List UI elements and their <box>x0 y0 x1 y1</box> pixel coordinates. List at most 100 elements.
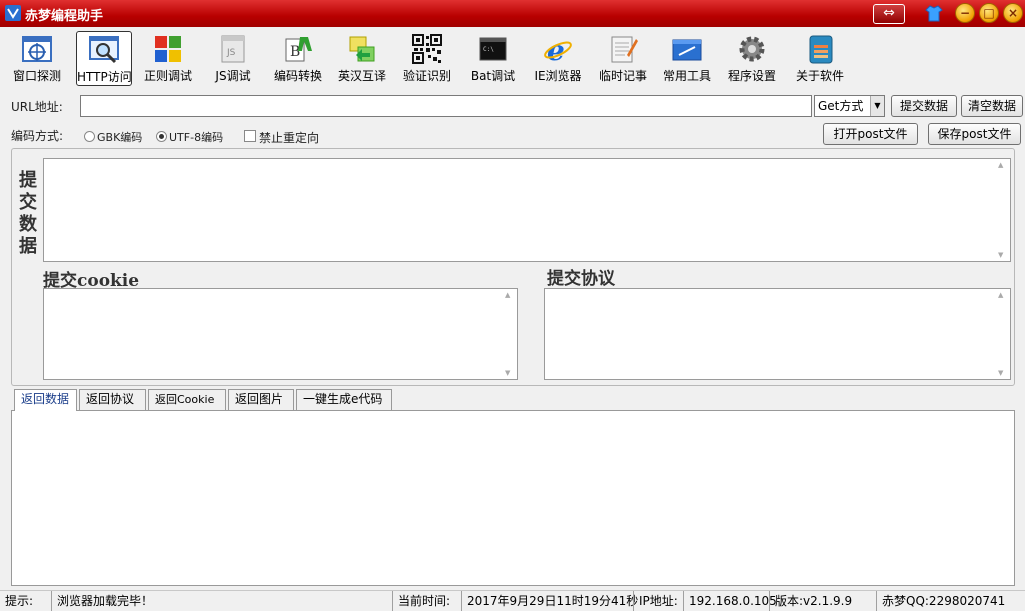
scroll-up-icon[interactable]: ▲ <box>505 291 510 299</box>
scrollbar[interactable]: ▲ ▼ <box>501 289 517 379</box>
submit-data-label: 提交数据 <box>19 170 37 257</box>
response-data-panel[interactable] <box>11 410 1015 586</box>
save-post-file-button[interactable]: 保存post文件 <box>928 123 1021 145</box>
bat-debug-icon: C:\ <box>479 37 507 61</box>
tab-response-protocol[interactable]: 返回协议 <box>79 389 146 410</box>
submit-data-button[interactable]: 提交数据 <box>891 95 957 117</box>
tool-http-access[interactable]: HTTP访问 <box>76 31 132 86</box>
gbk-radio-label[interactable]: GBK编码 <box>97 129 142 145</box>
tools-icon <box>672 39 702 61</box>
open-post-file-button-label: 打开post文件 <box>833 127 908 141</box>
gbk-radio[interactable] <box>84 131 95 142</box>
tool-label: 临时记事 <box>598 69 647 83</box>
chevron-down-icon[interactable]: ▼ <box>870 96 884 116</box>
status-time-value: 2017年9月29日11时19分41秒 <box>461 591 638 611</box>
submit-cookie-textarea[interactable]: ▲ ▼ <box>43 288 518 380</box>
tool-label: IE浏览器 <box>534 69 582 83</box>
tool-label: HTTP访问 <box>77 70 132 84</box>
submit-data-button-label: 提交数据 <box>899 99 948 113</box>
tool-common-tools[interactable]: 常用工具 <box>659 31 715 87</box>
scrollbar[interactable]: ▲ ▼ <box>994 289 1010 379</box>
status-hint-label: 提示: <box>5 594 34 608</box>
tab-response-data[interactable]: 返回数据 <box>14 389 77 411</box>
scroll-up-icon[interactable]: ▲ <box>998 161 1003 169</box>
title-bar: 赤梦编程助手 ⇔ − □ × <box>0 0 1025 27</box>
save-post-file-button-label: 保存post文件 <box>937 127 1012 141</box>
tool-js-debug[interactable]: JS JS调试 <box>205 31 261 87</box>
tool-label: Bat调试 <box>470 69 516 83</box>
encoding-label: 编码方式: <box>11 129 64 143</box>
qrcode-icon <box>412 34 442 64</box>
tool-label: 关于软件 <box>795 69 844 83</box>
swap-button[interactable]: ⇔ <box>873 4 905 24</box>
clear-data-button-label: 清空数据 <box>967 99 1016 113</box>
notepad-icon <box>611 36 638 63</box>
status-time-label: 当前时间: <box>392 591 460 611</box>
tool-bat-debug[interactable]: C:\ Bat调试 <box>465 31 521 87</box>
app-logo-icon <box>5 5 21 21</box>
scroll-down-icon[interactable]: ▼ <box>998 251 1003 259</box>
status-version: 版本:v2.1.9.9 <box>769 591 875 611</box>
tool-label: 编码转换 <box>273 69 322 83</box>
open-post-file-button[interactable]: 打开post文件 <box>823 123 918 145</box>
tool-captcha-recognize[interactable]: 验证识别 <box>399 31 455 87</box>
url-label: URL地址: <box>11 100 63 114</box>
status-bar: 提示: 浏览器加载完毕！ 当前时间: 2017年9月29日11时19分41秒 I… <box>0 590 1025 611</box>
submit-protocol-label: 提交协议 <box>547 269 615 289</box>
clear-data-button[interactable]: 清空数据 <box>961 95 1023 117</box>
toolbar: 窗口探测 HTTP访问 正则调试 JS JS调试 B 编码转换 英汉互译 验证识… <box>0 27 1025 89</box>
svg-text:C:\: C:\ <box>483 46 494 53</box>
status-hint-value: 浏览器加载完毕！ <box>51 591 391 611</box>
tool-notepad[interactable]: 临时记事 <box>595 31 651 87</box>
utf8-radio-label[interactable]: UTF-8编码 <box>169 129 223 145</box>
tool-ie-browser[interactable]: e IE浏览器 <box>530 31 586 87</box>
status-ip-value: 192.168.0.105 <box>683 591 777 611</box>
tool-settings[interactable]: 程序设置 <box>724 31 780 87</box>
skin-shirt-icon[interactable] <box>925 4 943 22</box>
tab-response-cookie[interactable]: 返回Cookie <box>148 389 226 410</box>
tool-label: JS调试 <box>215 69 251 83</box>
tool-label: 窗口探测 <box>12 69 61 83</box>
url-input[interactable] <box>80 95 812 117</box>
encoding-convert-icon: B <box>285 37 312 62</box>
no-redirect-label[interactable]: 禁止重定向 <box>259 129 319 146</box>
close-button[interactable]: × <box>1003 3 1023 23</box>
maximize-button[interactable]: □ <box>979 3 999 23</box>
tool-label: 程序设置 <box>727 69 776 83</box>
tool-label: 常用工具 <box>662 69 711 83</box>
tool-about[interactable]: 关于软件 <box>792 31 848 87</box>
main-window: 赤梦编程助手 ⇔ − □ × 窗口探测 HTTP访问 正则调试 JS JS调试 … <box>0 0 1025 611</box>
ie-browser-icon: e <box>544 34 572 65</box>
submit-protocol-textarea[interactable]: ▲ ▼ <box>544 288 1011 380</box>
utf8-radio[interactable] <box>156 131 167 142</box>
tool-encoding-convert[interactable]: B 编码转换 <box>270 31 326 87</box>
scroll-down-icon[interactable]: ▼ <box>998 369 1003 377</box>
no-redirect-checkbox[interactable] <box>244 130 256 142</box>
scroll-up-icon[interactable]: ▲ <box>998 291 1003 299</box>
minimize-button[interactable]: − <box>955 3 975 23</box>
scrollbar[interactable]: ▲ ▼ <box>994 159 1010 261</box>
status-ip-label: IP地址: <box>633 591 682 611</box>
tool-regex-debug[interactable]: 正则调试 <box>140 31 196 87</box>
method-select-value: Get方式 <box>818 99 864 113</box>
tool-label: 正则调试 <box>143 69 192 83</box>
js-debug-icon: JS <box>221 35 245 63</box>
settings-gear-icon <box>739 36 765 62</box>
scroll-down-icon[interactable]: ▼ <box>505 369 510 377</box>
translate-icon <box>349 36 375 62</box>
http-access-icon <box>89 36 119 64</box>
tab-response-image[interactable]: 返回图片 <box>228 389 294 410</box>
about-icon <box>809 35 833 64</box>
tool-label: 英汉互译 <box>337 69 386 83</box>
window-probe-icon <box>22 36 52 62</box>
tool-label: 验证识别 <box>402 69 451 83</box>
submit-data-textarea[interactable]: ▲ ▼ <box>43 158 1011 262</box>
tool-window-probe[interactable]: 窗口探测 <box>9 31 65 87</box>
status-qq: 赤梦QQ:2298020741 <box>876 591 1025 611</box>
tab-generate-code[interactable]: 一键生成e代码 <box>296 389 392 410</box>
method-select[interactable]: Get方式 ▼ <box>814 95 885 117</box>
window-title: 赤梦编程助手 <box>25 9 104 24</box>
svg-text:JS: JS <box>226 48 236 58</box>
tool-translate[interactable]: 英汉互译 <box>334 31 390 87</box>
regex-debug-icon <box>155 36 181 62</box>
